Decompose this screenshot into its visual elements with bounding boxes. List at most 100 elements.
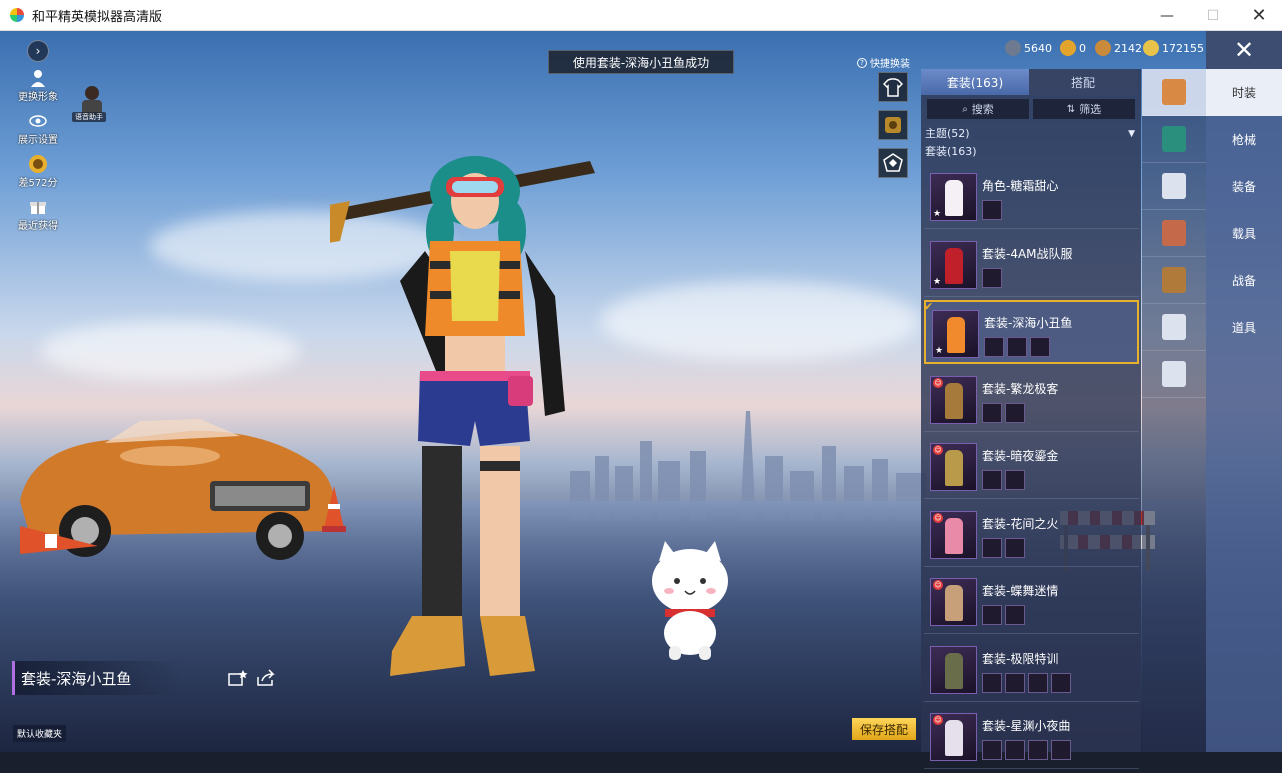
- goggles-icon: [1162, 173, 1186, 199]
- outfit-part-thumbnail: [1051, 740, 1071, 760]
- outfit-name: 套装-花间之火: [982, 516, 1059, 531]
- category-outfit-button[interactable]: [1142, 69, 1206, 116]
- theme-filter-dropdown[interactable]: 主题(52) 套装(163) ▼: [921, 123, 1141, 163]
- window-title: 和平精英模拟器高清版: [32, 9, 163, 25]
- outfit-list-item[interactable]: ★ 角色-糖霜甜心: [924, 165, 1139, 229]
- share-icon[interactable]: [256, 669, 276, 691]
- outfit-figure: [945, 382, 963, 419]
- close-panel-button[interactable]: ✕: [1206, 31, 1282, 69]
- silver-coin-icon: [1005, 40, 1021, 56]
- category-shoes-button[interactable]: [1142, 351, 1206, 398]
- filter-icon: ⇅: [1066, 103, 1076, 115]
- outfit-thumbnail: ☺: [930, 578, 977, 626]
- minimize-button[interactable]: —: [1144, 0, 1190, 31]
- outfit-list-item[interactable]: ☺ 套装-蝶舞迷情: [924, 570, 1139, 634]
- outfit-part-thumbnail: [1028, 740, 1048, 760]
- expand-menu-button[interactable]: ›: [27, 40, 49, 62]
- change-appearance-label: 更换形象: [18, 92, 58, 103]
- outfit-figure: [945, 517, 963, 554]
- outfit-part-thumbnail: [1005, 402, 1025, 423]
- rank-badge-button[interactable]: 差572分: [8, 154, 68, 189]
- theme-filter-label: 主题(52): [925, 127, 970, 140]
- outfit-list-item[interactable]: ☺ 套装-花间之火: [924, 503, 1139, 567]
- outfit-part-thumbnail: [982, 537, 1002, 558]
- quick-swap-outfit-button[interactable]: [878, 72, 908, 102]
- category-top-button[interactable]: [1142, 210, 1206, 257]
- outfit-figure: [945, 180, 963, 216]
- default-favorites-label[interactable]: 默认收藏夹: [13, 725, 67, 742]
- outfit-list-item[interactable]: ✔ ★ 套装-深海小丑鱼: [924, 300, 1139, 364]
- outfit-thumbnail: ★: [930, 240, 977, 289]
- nav-fashion[interactable]: 时装: [1206, 69, 1282, 116]
- display-settings-label: 展示设置: [18, 135, 58, 146]
- recently-obtained-button[interactable]: 最近获得: [8, 197, 68, 232]
- smile-badge-icon: ☺: [933, 580, 943, 590]
- outfit-name: 角色-糖霜甜心: [982, 179, 1059, 193]
- dropdown-caret-icon: ▼: [1128, 129, 1135, 139]
- quick-swap-emblem-button[interactable]: [878, 110, 908, 140]
- outfit-thumbnail: [930, 645, 977, 694]
- search-icon: ⌕: [962, 103, 968, 115]
- person-icon: [28, 68, 48, 88]
- nav-firearms[interactable]: 枪械: [1206, 116, 1282, 163]
- shirt-icon: [883, 78, 903, 97]
- nav-props[interactable]: 道具: [1206, 304, 1282, 351]
- display-settings-button[interactable]: 展示设置: [8, 111, 68, 146]
- maximize-button[interactable]: ☐: [1190, 0, 1236, 31]
- outfit-figure: [945, 450, 963, 486]
- gift-icon: [28, 197, 48, 217]
- save-combination-button[interactable]: 保存搭配: [852, 718, 916, 740]
- outfit-part-thumbnail: [982, 200, 1002, 220]
- category-hat-button[interactable]: [1142, 116, 1206, 163]
- outfit-list-item[interactable]: ☺ 套装-暗夜鎏金: [924, 435, 1139, 499]
- pet-cat: [652, 541, 728, 660]
- outfit-list-item[interactable]: ☺ 套装-繁龙极客: [924, 368, 1139, 432]
- nav-supplies[interactable]: 战备: [1206, 257, 1282, 304]
- outfit-name: 套装-极限特训: [982, 651, 1059, 666]
- outfit-name: 套装-繁龙极客: [982, 381, 1059, 396]
- outfit-parts: [982, 605, 1025, 625]
- favorite-add-icon[interactable]: [228, 669, 248, 691]
- currency-bronze: 2142: [1095, 40, 1142, 56]
- suit-icon: [1162, 267, 1186, 293]
- cloud: [600, 281, 920, 361]
- nav-equipment[interactable]: 装备: [1206, 163, 1282, 210]
- close-window-button[interactable]: ✕: [1236, 0, 1282, 31]
- currency-token: 0: [1060, 40, 1086, 56]
- outfit-part-thumbnail: [982, 402, 1002, 423]
- outfit-part-thumbnail: [1005, 605, 1025, 625]
- outfit-parts: [984, 337, 1050, 357]
- outfit-parts: [982, 672, 1071, 693]
- window-titlebar: 和平精英模拟器高清版 — ☐ ✕: [0, 0, 1282, 31]
- current-outfit-name: 套装-深海小丑鱼: [12, 661, 182, 695]
- outfit-parts: [982, 267, 1002, 288]
- outfit-part-thumbnail: [984, 337, 1004, 357]
- voice-helper-button[interactable]: 语音助手: [72, 84, 112, 122]
- filter-button[interactable]: ⇅ 筛选: [1033, 99, 1135, 119]
- quick-swap-rank-button[interactable]: [878, 148, 908, 178]
- change-appearance-button[interactable]: 更换形象: [8, 68, 68, 103]
- outfit-part-thumbnail: [1028, 672, 1048, 693]
- quick-swap-label: 快捷换装: [870, 59, 910, 70]
- bronze-coin-icon: [1095, 40, 1111, 56]
- outfit-part-thumbnail: [982, 672, 1002, 693]
- search-button[interactable]: ⌕ 搜索: [927, 99, 1029, 119]
- outfit-list-item[interactable]: ★ 套装-4AM战队服: [924, 233, 1139, 297]
- outfit-part-thumbnail: [982, 267, 1002, 288]
- category-goggles-button[interactable]: [1142, 163, 1206, 210]
- inventory-panel: 套装(163) 搭配 ⌕ 搜索 ⇅ 筛选 主题(52) 套装(163) ▼ ★ 角…: [921, 69, 1141, 769]
- tab-outfits[interactable]: 套装(163): [921, 69, 1029, 95]
- star-icon: ★: [935, 346, 944, 356]
- category-suit-button[interactable]: [1142, 257, 1206, 304]
- outfit-list-item[interactable]: 套装-极限特训: [924, 638, 1139, 702]
- cloud: [40, 321, 300, 381]
- star-icon: ★: [933, 209, 942, 219]
- category-pants-button[interactable]: [1142, 304, 1206, 351]
- quick-swap[interactable]: ? 快捷换装: [857, 55, 910, 70]
- nav-vehicles[interactable]: 载具: [1206, 210, 1282, 257]
- eye-icon: [28, 111, 48, 131]
- outfit-list-item[interactable]: ☺ 套装-星渊小夜曲: [924, 705, 1139, 769]
- outfit-part-thumbnail: [1005, 470, 1025, 490]
- outfit-figure: [945, 585, 963, 621]
- tab-combinations[interactable]: 搭配: [1029, 69, 1137, 95]
